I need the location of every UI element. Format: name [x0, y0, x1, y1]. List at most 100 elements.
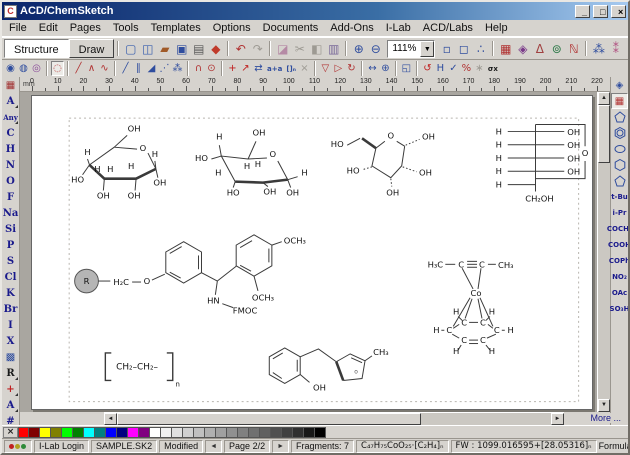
color-swatch-9[interactable]: [117, 427, 128, 438]
radical-tool-button[interactable]: R: [2, 365, 19, 381]
vertical-scroll-thumb[interactable]: [598, 105, 610, 163]
new-document-icon[interactable]: ▢: [122, 40, 139, 57]
template-oac[interactable]: OAc: [611, 285, 628, 301]
chevron-down-icon[interactable]: ▼: [420, 41, 434, 57]
periodic-table-button[interactable]: ▦: [2, 77, 19, 93]
atom-label-tool-button[interactable]: A: [2, 93, 19, 109]
template-coch3[interactable]: COCH₃: [611, 221, 628, 237]
color-swatch-24[interactable]: [282, 427, 293, 438]
close-document-button[interactable]: ×: [624, 42, 630, 56]
template-so3h[interactable]: SO₃H: [611, 301, 628, 317]
3d-rotation-icon[interactable]: ◍: [17, 61, 30, 76]
print-icon[interactable]: ▤: [190, 40, 207, 57]
element-button-k[interactable]: K: [2, 285, 19, 301]
color-swatch-14[interactable]: [172, 427, 183, 438]
color-swatch-5[interactable]: [73, 427, 84, 438]
color-swatch-3[interactable]: [51, 427, 62, 438]
atom-properties-button[interactable]: A: [2, 397, 19, 413]
element-button-s[interactable]: S: [2, 253, 19, 269]
element-button-i[interactable]: I: [2, 317, 19, 333]
menu-templates[interactable]: Templates: [145, 20, 207, 36]
template-i-pr[interactable]: i-Pr: [611, 205, 628, 221]
menu-add-ons[interactable]: Add-Ons: [324, 20, 379, 36]
template-cyclohexane[interactable]: [611, 157, 628, 173]
element-button-f[interactable]: F: [2, 189, 19, 205]
move-tool-icon[interactable]: ⊕: [379, 61, 392, 76]
template-cooh[interactable]: COOH: [611, 237, 628, 253]
polymer-brackets-icon[interactable]: []ₙ: [284, 61, 298, 76]
horizontal-scroll-track[interactable]: [421, 413, 551, 425]
flip-left-right-icon[interactable]: ▷: [332, 61, 345, 76]
structure-fischer-projection[interactable]: H H H H H OH OH OH OH O CH₂OH: [496, 125, 589, 204]
element-button-cl[interactable]: Cl: [2, 269, 19, 285]
paste-icon[interactable]: ▥: [325, 40, 342, 57]
color-swatch-15[interactable]: [183, 427, 194, 438]
menu-edit[interactable]: Edit: [33, 20, 64, 36]
draw-normal-icon[interactable]: ╱: [72, 61, 85, 76]
color-swatch-4[interactable]: [62, 427, 73, 438]
flip-top-bottom-icon[interactable]: ▽: [319, 61, 332, 76]
element-button-n[interactable]: N: [2, 157, 19, 173]
scroll-up-button[interactable]: ▲: [598, 92, 610, 105]
check-structure-icon[interactable]: ✓: [447, 61, 460, 76]
rotate-tool-icon[interactable]: ↻: [345, 61, 358, 76]
structure-pyranose-chair-2[interactable]: H OH HO O H H H HO OH OH H: [195, 127, 308, 197]
menu-file[interactable]: File: [3, 20, 33, 36]
structure-polyethylene[interactable]: CH₂–CH₂– n: [105, 353, 180, 388]
color-swatch-26[interactable]: [304, 427, 315, 438]
chain-bond-icon[interactable]: ⁂: [171, 61, 184, 76]
composition-icon[interactable]: %: [460, 61, 473, 76]
resize-tool-icon[interactable]: ↔: [366, 61, 379, 76]
wedge-bond-icon[interactable]: ◢: [145, 61, 158, 76]
3d-viewer-icon[interactable]: ⁑: [607, 40, 624, 57]
angle-tool-icon[interactable]: ∩: [192, 61, 205, 76]
structure-table-icon[interactable]: ▦: [497, 40, 514, 57]
vertical-scroll-track[interactable]: [598, 163, 610, 399]
open-recent-icon[interactable]: ◫: [139, 40, 156, 57]
charge-button[interactable]: +: [2, 381, 19, 397]
abc-table-button[interactable]: ▩: [2, 349, 19, 365]
lasso-select-icon[interactable]: ◌: [51, 61, 64, 76]
color-swatch-12[interactable]: [150, 427, 161, 438]
ilab-login-button[interactable]: I-Lab Login: [34, 440, 89, 453]
element-button-p[interactable]: P: [2, 237, 19, 253]
table-of-templates-button[interactable]: ▦: [611, 93, 628, 109]
reaction-mapping-icon[interactable]: ⇄: [252, 61, 265, 76]
element-button-si[interactable]: Si: [2, 221, 19, 237]
any-atom-button[interactable]: Any: [2, 109, 19, 125]
element-button-c[interactable]: C: [2, 125, 19, 141]
isotope-button[interactable]: #: [2, 413, 19, 429]
element-button-na[interactable]: Na: [2, 205, 19, 221]
zoom-in-icon[interactable]: ⊕: [350, 40, 367, 57]
single-bond-icon[interactable]: ╱: [119, 61, 132, 76]
generate-name-icon[interactable]: ℕ: [565, 40, 582, 57]
color-swatch-22[interactable]: [260, 427, 271, 438]
color-swatch-10[interactable]: [128, 427, 139, 438]
menu-acd-labs[interactable]: ACD/Labs: [417, 20, 479, 36]
vertical-scrollbar[interactable]: ▲ ▼: [597, 92, 610, 412]
search-databases-icon[interactable]: ◈: [514, 40, 531, 57]
open-file-icon[interactable]: ▰: [156, 40, 173, 57]
paste-objects-icon[interactable]: ∴: [472, 40, 489, 57]
color-swatch-25[interactable]: [293, 427, 304, 438]
double-bond-icon[interactable]: ∥: [132, 61, 145, 76]
element-button-o[interactable]: O: [2, 173, 19, 189]
scroll-down-button[interactable]: ▼: [598, 399, 610, 412]
structure-mode-button[interactable]: Structure: [4, 39, 69, 58]
tautomers-icon[interactable]: ↺: [421, 61, 434, 76]
erase-icon[interactable]: ◪: [274, 40, 291, 57]
color-swatch-11[interactable]: [139, 427, 150, 438]
element-button-h[interactable]: H: [2, 141, 19, 157]
template-cyclopentane-2[interactable]: [611, 173, 628, 189]
template-no2[interactable]: NO₂: [611, 269, 628, 285]
minimize-button[interactable]: _: [575, 5, 590, 18]
charge-tool-icon[interactable]: +: [226, 61, 239, 76]
template-cyclohexane-chair[interactable]: [611, 141, 628, 157]
structure-rink-linker[interactable]: R H₂C O OCH₃ OCH₃ HN FMOC: [75, 235, 306, 316]
3d-constrain-icon[interactable]: ◎: [30, 61, 43, 76]
color-swatch-13[interactable]: [161, 427, 172, 438]
zoom-out-icon[interactable]: ⊖: [367, 40, 384, 57]
color-swatch-0[interactable]: [18, 427, 29, 438]
previous-page-button[interactable]: ◄: [205, 440, 222, 453]
scroll-left-button[interactable]: ◄: [104, 413, 117, 425]
